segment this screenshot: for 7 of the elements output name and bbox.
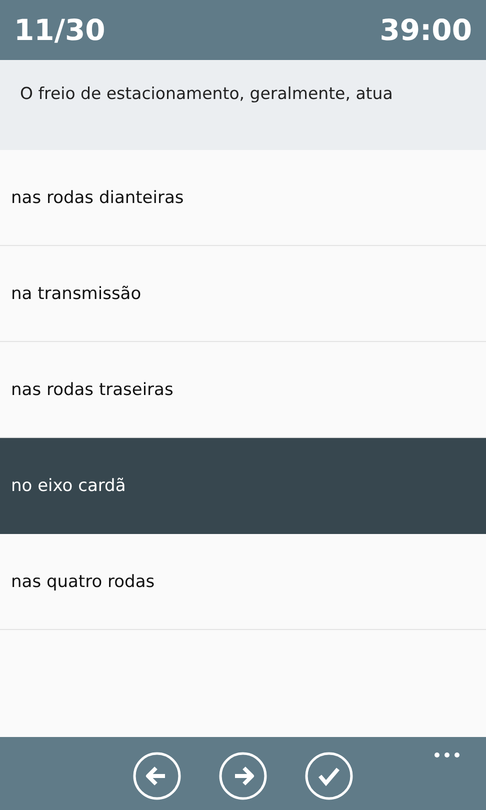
back-button[interactable] — [133, 752, 181, 800]
question-counter: 11/30 — [14, 13, 106, 47]
forward-button[interactable] — [219, 752, 267, 800]
answer-option[interactable]: no eixo cardã — [0, 438, 486, 534]
timer: 39:00 — [380, 13, 472, 47]
question-text: O freio de estacionamento, geralmente, atua — [0, 60, 486, 150]
check-button[interactable] — [305, 752, 353, 800]
